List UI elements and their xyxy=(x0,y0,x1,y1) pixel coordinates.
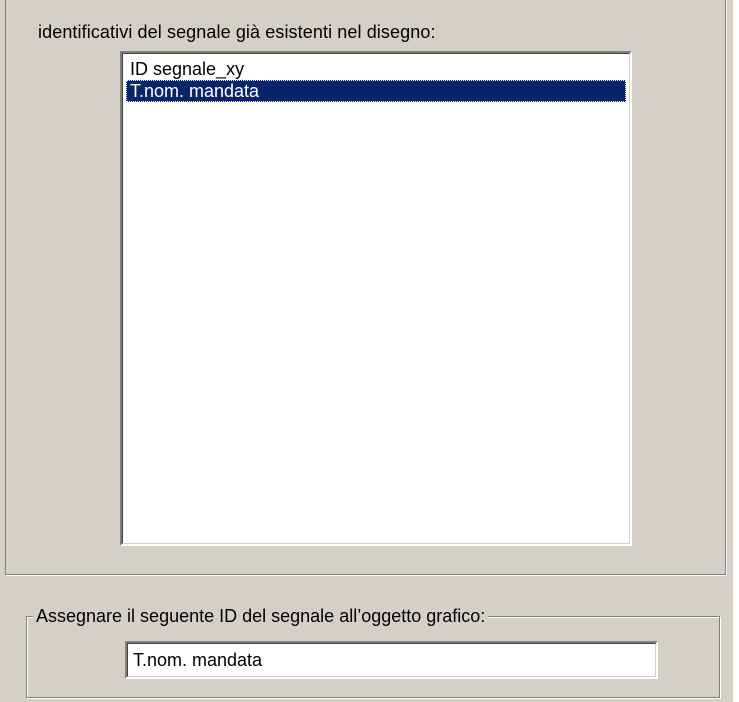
window-right-edge xyxy=(733,0,739,702)
signal-id-input[interactable]: T.nom. mandata xyxy=(125,641,658,679)
list-item-id-segnale-xy[interactable]: ID segnale_xy xyxy=(126,58,626,80)
assign-signal-id-group: Assegnare il seguente ID del segnale all… xyxy=(26,605,720,698)
dialog-panel: identificativi del segnale già esistenti… xyxy=(0,0,733,702)
signal-id-listbox[interactable]: ID segnale_xy T.nom. mandata xyxy=(120,51,632,546)
signal-id-input-value[interactable]: T.nom. mandata xyxy=(127,643,656,677)
assign-signal-id-legend: Assegnare il seguente ID del segnale all… xyxy=(33,605,489,627)
list-item-t-nom-mandata[interactable]: T.nom. mandata xyxy=(126,80,626,102)
signal-id-listbox-content: ID segnale_xy T.nom. mandata xyxy=(122,53,630,544)
dialog-canvas: identificativi del segnale già esistenti… xyxy=(0,0,739,702)
signal-list-description: identificativi del segnale già esistenti… xyxy=(38,22,436,42)
